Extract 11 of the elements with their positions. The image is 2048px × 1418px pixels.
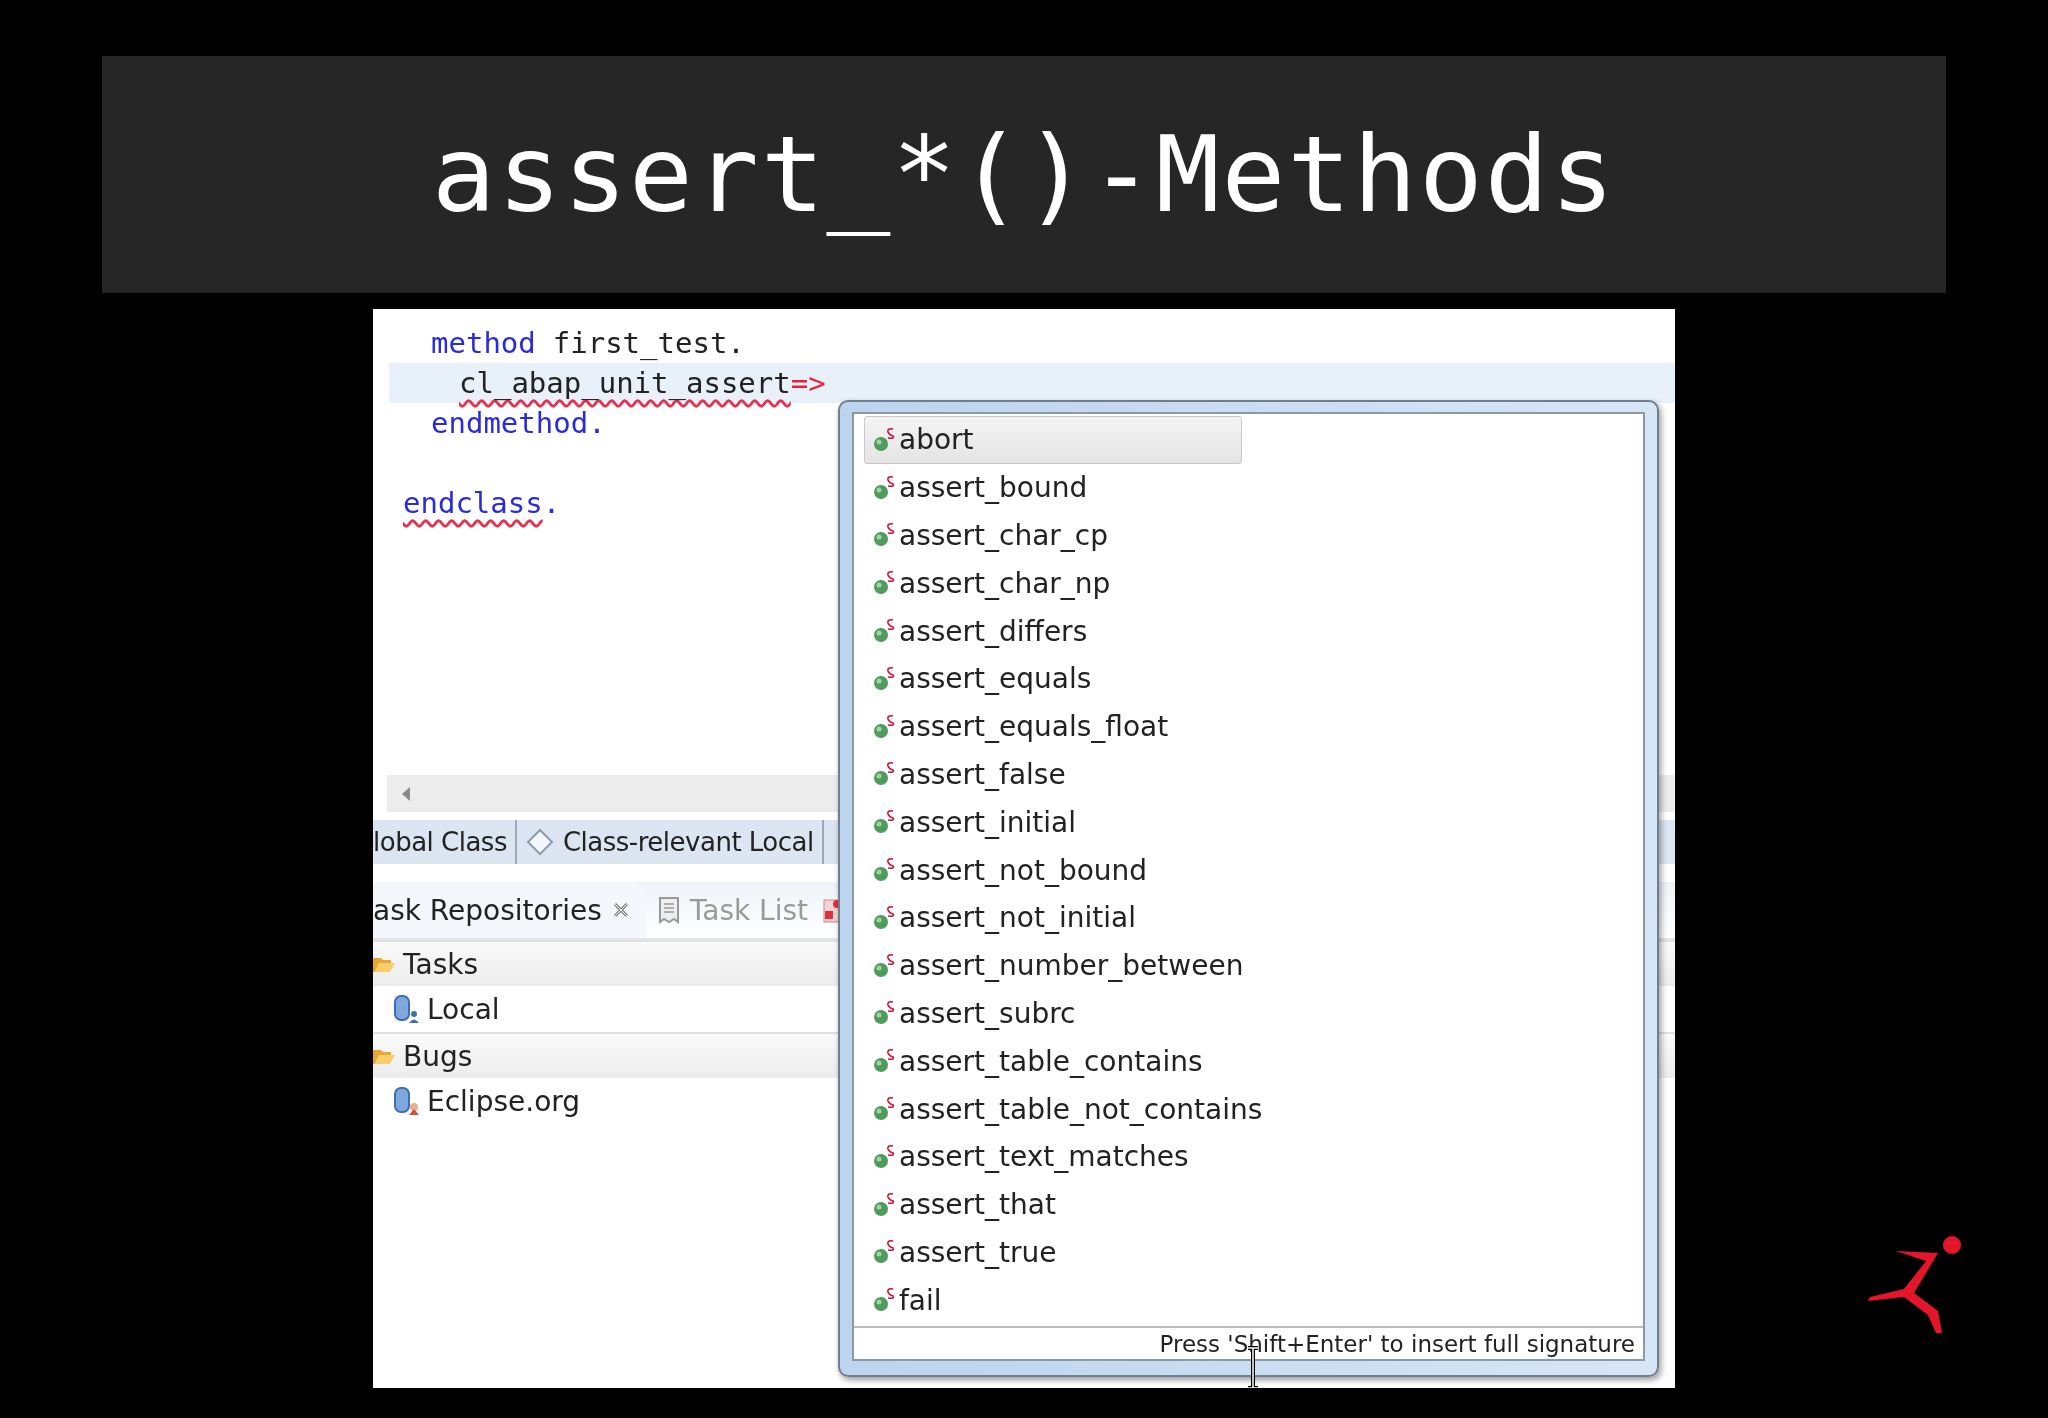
code-token: first_test.	[552, 325, 745, 362]
status-hint: Press 'Shift+Enter' to insert full signature	[854, 1326, 1643, 1359]
tab-label: ask Repositories	[373, 893, 602, 927]
code-token: endmethod.	[431, 405, 606, 442]
code-token: endclass	[403, 485, 543, 522]
tab-label: Task List	[689, 893, 809, 927]
code-token: cl_abap_unit_assert	[459, 365, 791, 402]
code-token: method	[431, 325, 536, 362]
slide-title: assert_*()-Methods	[431, 113, 1617, 236]
code-token: .	[542, 485, 561, 522]
code-token: =>	[790, 365, 826, 402]
